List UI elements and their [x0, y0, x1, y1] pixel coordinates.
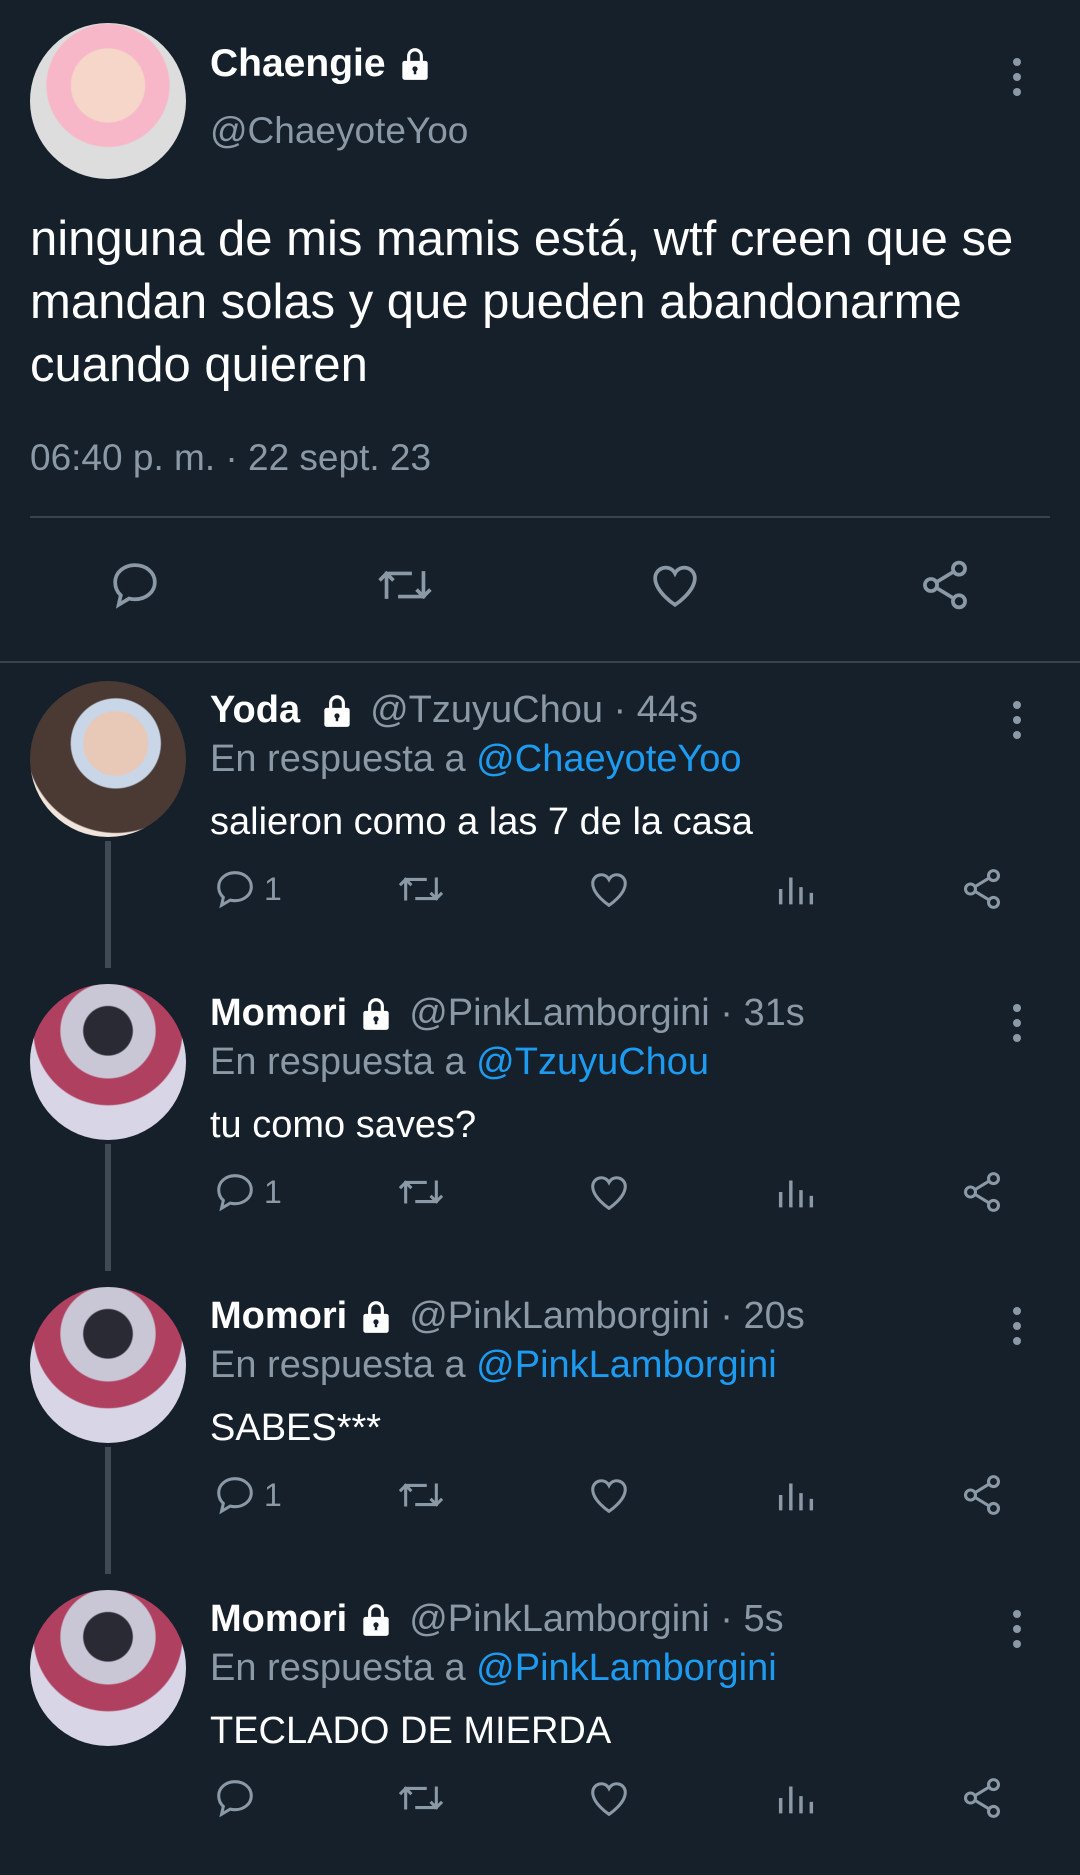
like-icon[interactable]	[645, 555, 705, 615]
reply-icon	[212, 866, 258, 912]
reply-tweet[interactable]: Momori @PinkLamborgini · 20s En respuest…	[0, 1269, 1080, 1574]
more-icon[interactable]	[1005, 698, 1029, 742]
like-icon[interactable]	[585, 1467, 633, 1523]
lock-icon	[357, 1298, 395, 1336]
reply-button[interactable]: 1	[212, 1164, 282, 1220]
share-icon[interactable]	[958, 1770, 1006, 1826]
lock-icon	[396, 45, 434, 83]
more-icon[interactable]	[1005, 1304, 1029, 1348]
more-icon[interactable]	[1005, 1001, 1029, 1045]
lock-icon	[357, 995, 395, 1033]
share-icon[interactable]	[958, 1467, 1006, 1523]
tweet-timestamp: 06:40 p. m. · 22 sept. 23	[30, 437, 432, 478]
handle-time[interactable]: @TzuyuChou · 44s	[370, 689, 698, 732]
reply-actions	[0, 1770, 1080, 1830]
analytics-icon[interactable]	[773, 1467, 819, 1523]
reply-tweet[interactable]: Momori @PinkLamborgini · 31s En respuest…	[0, 966, 1080, 1271]
author-name-row[interactable]: Chaengie	[210, 42, 434, 86]
handle-time[interactable]: @PinkLamborgini · 31s	[409, 992, 805, 1035]
reply-header: Yoda @TzuyuChou · 44s	[210, 689, 698, 732]
author-name[interactable]: Momori	[210, 992, 347, 1035]
reply-header: Momori @PinkLamborgini · 5s	[210, 1598, 784, 1641]
in-reply-prefix: En respuesta a	[210, 1647, 477, 1689]
retweet-icon[interactable]	[395, 1770, 447, 1826]
analytics-icon[interactable]	[773, 861, 819, 917]
reply-tweet[interactable]: Momori @PinkLamborgini · 5s En respuesta…	[0, 1572, 1080, 1875]
reply-icon[interactable]	[105, 555, 165, 615]
tweet-text: ninguna de mis mamis está, wtf creen que…	[30, 212, 1014, 392]
author-name[interactable]: Chaengie	[210, 42, 386, 86]
avatar[interactable]	[30, 1590, 186, 1746]
reply-text: salieron como a las 7 de la casa	[210, 801, 753, 843]
author-name[interactable]: Yoda	[210, 689, 300, 732]
author-name[interactable]: Momori	[210, 1295, 347, 1338]
like-icon[interactable]	[585, 861, 633, 917]
reply-text: tu como saves?	[210, 1104, 477, 1146]
author-handle[interactable]: @ChaeyoteYoo	[210, 110, 468, 152]
lock-icon	[318, 692, 356, 730]
lock-icon	[357, 1601, 395, 1639]
mention-link[interactable]: @TzuyuChou	[476, 1041, 709, 1083]
retweet-icon[interactable]	[395, 1467, 447, 1523]
more-icon[interactable]	[1005, 1607, 1029, 1651]
share-icon[interactable]	[958, 1164, 1006, 1220]
in-reply-to: En respuesta a @PinkLamborgini	[210, 1647, 777, 1690]
divider	[30, 516, 1050, 518]
reply-count: 1	[264, 870, 282, 907]
like-icon[interactable]	[585, 1770, 633, 1826]
reply-button[interactable]	[212, 1770, 264, 1826]
in-reply-prefix: En respuesta a	[210, 1041, 477, 1083]
in-reply-to: En respuesta a @TzuyuChou	[210, 1041, 709, 1084]
in-reply-to: En respuesta a @ChaeyoteYoo	[210, 738, 742, 781]
in-reply-prefix: En respuesta a	[210, 1344, 477, 1386]
reply-count: 1	[264, 1476, 282, 1513]
reply-button[interactable]: 1	[212, 1467, 282, 1523]
analytics-icon[interactable]	[773, 1770, 819, 1826]
reply-button[interactable]: 1	[212, 861, 282, 917]
author-name[interactable]: Momori	[210, 1598, 347, 1641]
mention-link[interactable]: @PinkLamborgini	[476, 1647, 777, 1689]
reply-icon	[212, 1169, 258, 1215]
handle-time[interactable]: @PinkLamborgini · 20s	[409, 1295, 805, 1338]
avatar[interactable]	[30, 681, 186, 837]
reply-icon	[212, 1775, 258, 1821]
like-icon[interactable]	[585, 1164, 633, 1220]
mention-link[interactable]: @ChaeyoteYoo	[476, 738, 741, 780]
reply-text: TECLADO DE MIERDA	[210, 1710, 612, 1752]
avatar[interactable]	[30, 984, 186, 1140]
retweet-icon[interactable]	[375, 555, 435, 615]
handle-time[interactable]: @PinkLamborgini · 5s	[409, 1598, 783, 1641]
retweet-icon[interactable]	[395, 1164, 447, 1220]
reply-header: Momori @PinkLamborgini · 31s	[210, 992, 805, 1035]
reply-actions: 1	[0, 861, 1080, 921]
retweet-icon[interactable]	[395, 861, 447, 917]
share-icon[interactable]	[915, 555, 975, 615]
in-reply-prefix: En respuesta a	[210, 738, 477, 780]
reply-text: SABES***	[210, 1407, 382, 1449]
more-icon[interactable]	[1005, 55, 1029, 99]
mention-link[interactable]: @PinkLamborgini	[476, 1344, 777, 1386]
tweet-actions	[0, 555, 1080, 625]
avatar[interactable]	[30, 23, 186, 179]
avatar[interactable]	[30, 1287, 186, 1443]
share-icon[interactable]	[958, 861, 1006, 917]
reply-actions: 1	[0, 1467, 1080, 1527]
reply-actions: 1	[0, 1164, 1080, 1224]
reply-tweet[interactable]: Yoda @TzuyuChou · 44s En respuesta a @Ch…	[0, 663, 1080, 968]
analytics-icon[interactable]	[773, 1164, 819, 1220]
in-reply-to: En respuesta a @PinkLamborgini	[210, 1344, 777, 1387]
reply-header: Momori @PinkLamborgini · 20s	[210, 1295, 805, 1338]
reply-icon	[212, 1472, 258, 1518]
reply-count: 1	[264, 1173, 282, 1210]
